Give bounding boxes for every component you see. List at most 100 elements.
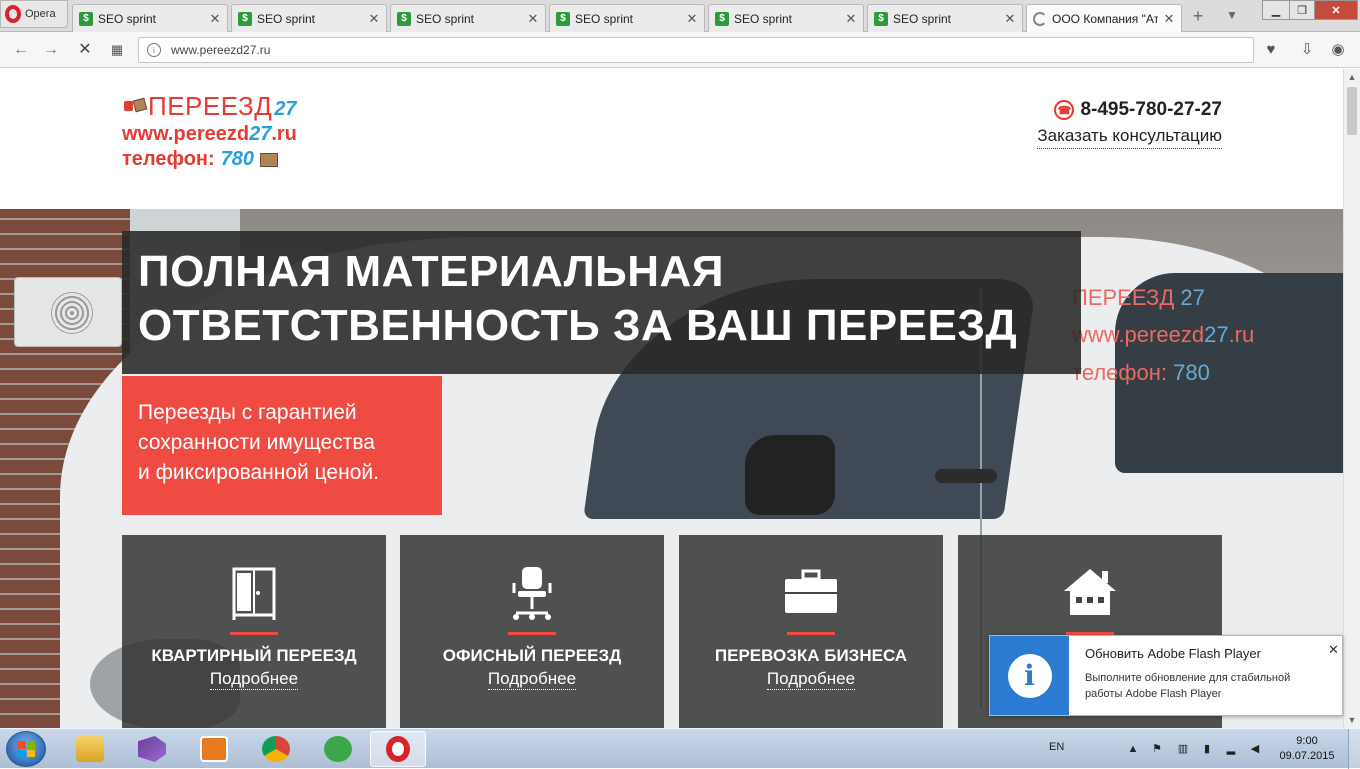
taskbar-downloader[interactable] [310,731,366,767]
browser-tab[interactable]: $ SEO sprint ✕ [867,4,1023,32]
tray-expand-icon[interactable]: ▲ [1126,742,1140,756]
network-icon[interactable]: ▥ [1176,742,1190,756]
hero-subtitle-box: Переезды с гарантией сохранности имущест… [122,376,442,515]
restore-button[interactable]: ❐ [1289,0,1315,20]
phone-icon: ☎ [1054,100,1075,120]
service-card-apartment[interactable]: КВАРТИРНЫЙ ПЕРЕЕЗД Подробнее [122,535,386,728]
tab-close-icon[interactable]: ✕ [845,11,857,27]
scroll-thumb[interactable] [1347,87,1357,135]
header-phone[interactable]: ☎ 8-495-780-27-27 [1010,99,1222,121]
van-side-logo: ПЕРЕЕЗД 27 www.pereezd27.ru телефон: 780 [1072,285,1255,385]
browser-tab-active[interactable]: ООО Компания "Ат ✕ [1026,4,1182,32]
service-more-link[interactable]: Подробнее [679,669,943,690]
service-card-business[interactable]: ПЕРЕВОЗКА БИЗНЕСА Подробнее [679,535,943,728]
system-clock[interactable]: 9:00 09.07.2015 [1276,734,1338,764]
service-title[interactable]: ПЕРЕВОЗКА БИЗНЕСА [679,646,943,666]
seo-sprint-favicon-icon: $ [556,11,570,26]
speed-dial-grid-icon[interactable]: ▦ [106,39,128,61]
close-icon[interactable]: ✕ [1328,642,1339,658]
tab-close-icon[interactable]: ✕ [1163,11,1175,27]
hero-subtitle-line: сохранности имущества [138,431,375,454]
taskbar-visual-studio[interactable] [124,731,180,767]
flash-notification-title[interactable]: Обновить Adobe Flash Player [1085,646,1261,661]
address-bar[interactable]: i www.pereezd27.ru [138,37,1254,63]
service-more-link[interactable]: Подробнее [122,669,386,690]
info-icon: i [1007,653,1052,698]
taskbar-media-player[interactable] [186,731,242,767]
phone-number[interactable]: 8-495-780-27-27 [1080,99,1222,121]
clock-date: 09.07.2015 [1279,750,1335,762]
flash-update-notification[interactable]: i Обновить Adobe Flash Player Выполните … [989,635,1343,716]
browser-tabstrip: Opera $ SEO sprint ✕ $ SEO sprint ✕ $ SE… [0,0,1360,32]
download-icon[interactable]: ⇩ [1296,39,1318,61]
language-indicator[interactable]: EN [1049,741,1064,753]
tab-menu-chevron-icon[interactable]: ▼ [1222,8,1242,26]
taskbar-explorer[interactable] [62,731,118,767]
service-title[interactable]: ОФИСНЫЙ ПЕРЕЕЗД [400,646,664,666]
tab-close-icon[interactable]: ✕ [686,11,698,27]
browser-tab[interactable]: $ SEO sprint ✕ [390,4,546,32]
clock-time: 9:00 [1296,735,1318,747]
service-title[interactable]: КВАРТИРНЫЙ ПЕРЕЕЗД [122,646,386,666]
van-handle-image [935,469,997,483]
browser-tab[interactable]: $ SEO sprint ✕ [72,4,228,32]
account-icon[interactable]: ◉ [1327,39,1349,61]
scroll-up-arrow-icon[interactable]: ▲ [1344,69,1360,85]
order-consultation-link[interactable]: Заказать консультацию [1037,126,1222,149]
taskbar-opera[interactable] [370,731,426,767]
page-scrollbar[interactable]: ▲ ▼ [1343,69,1360,728]
minimize-button[interactable]: ▁ [1262,0,1290,20]
seo-sprint-favicon-icon: $ [715,11,729,26]
browser-tab[interactable]: $ SEO sprint ✕ [231,4,387,32]
house-icon [1064,569,1116,615]
tab-close-icon[interactable]: ✕ [209,11,221,27]
back-arrow-icon[interactable]: ← [10,39,32,61]
air-conditioner-image [14,277,122,347]
start-button[interactable] [6,731,46,767]
taskbar-chrome[interactable] [248,731,304,767]
show-desktop-button[interactable] [1348,729,1360,769]
briefcase-icon [785,569,837,613]
forward-arrow-icon[interactable]: → [40,39,62,61]
hero-subtitle-line: и фиксированной ценой. [138,461,379,484]
tab-title: SEO sprint [416,11,475,26]
opera-menu-button[interactable]: Opera [0,0,68,28]
service-more-link[interactable]: Подробнее [400,669,664,690]
browser-tab[interactable]: $ SEO sprint ✕ [708,4,864,32]
service-card-office[interactable]: ОФИСНЫЙ ПЕРЕЕЗД Подробнее [400,535,664,728]
service-divider [508,632,556,635]
opera-label: Opera [25,8,56,20]
window-close-button[interactable]: ✕ [1314,0,1358,20]
page-info-icon[interactable]: i [147,43,161,57]
tab-close-icon[interactable]: ✕ [368,11,380,27]
volume-icon[interactable]: ◀ [1248,742,1262,756]
logo-url: www.pereezd27.ru [122,123,297,145]
url-text[interactable]: www.pereezd27.ru [171,43,270,57]
service-divider [787,632,835,635]
tab-title: SEO sprint [893,11,952,26]
seo-sprint-favicon-icon: $ [874,11,888,26]
stop-loading-icon[interactable]: ✕ [74,39,96,61]
folder-icon [76,736,104,762]
tab-close-icon[interactable]: ✕ [527,11,539,27]
signal-icon[interactable]: ▂ [1224,742,1238,756]
logo-name: ПЕРЕЕЗД [148,91,273,121]
new-tab-plus-icon[interactable]: + [1188,7,1208,26]
media-player-icon [200,736,228,762]
wardrobe-icon [232,567,276,620]
heart-bookmark-icon[interactable]: ♥ [1260,39,1282,61]
tab-title: SEO sprint [575,11,634,26]
action-center-flag-icon[interactable]: ⚑ [1150,742,1164,756]
battery-icon[interactable]: ▮ [1200,742,1214,756]
tab-title: ООО Компания "Ат [1052,11,1158,26]
browser-tab[interactable]: $ SEO sprint ✕ [549,4,705,32]
hero-title-line: ОТВЕТСТВЕННОСТЬ ЗА ВАШ ПЕРЕЕЗД [138,301,1018,350]
site-logo[interactable]: ПЕРЕЕЗД 27 www.pereezd27.ru телефон: 780 [122,91,297,171]
scroll-down-arrow-icon[interactable]: ▼ [1344,712,1360,728]
download-manager-icon [324,736,352,762]
windows-logo-icon [17,741,35,757]
header-contact: ☎ 8-495-780-27-27 Заказать консультацию [1010,99,1222,149]
office-chair-icon [512,567,552,620]
tab-close-icon[interactable]: ✕ [1004,11,1016,27]
opera-icon [386,736,410,762]
